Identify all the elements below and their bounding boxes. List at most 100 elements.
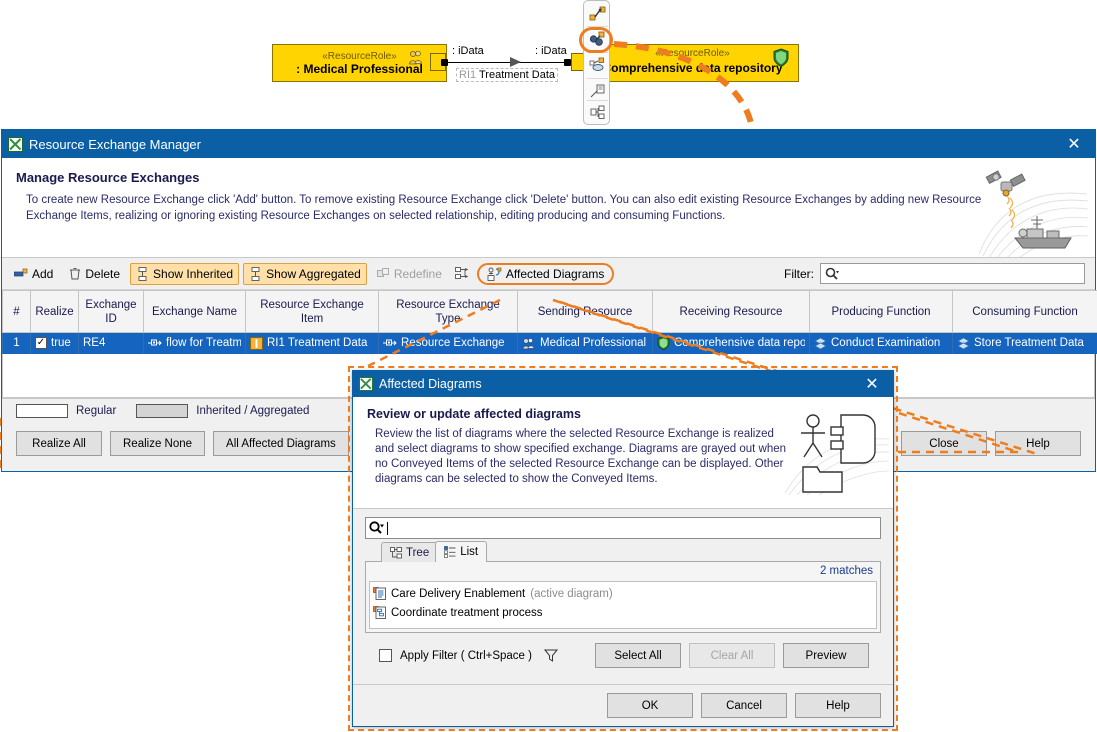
- table-header-row: # Realize Exchange ID Exchange Name Reso…: [2, 290, 1097, 333]
- app-icon: [8, 136, 23, 152]
- dialog-search-text[interactable]: [388, 521, 880, 535]
- connector-arrow-icon: [509, 56, 523, 68]
- add-icon: [14, 268, 28, 280]
- legend-swatch-inherited: [136, 404, 189, 418]
- realize-checkbox[interactable]: ✓: [35, 337, 47, 350]
- close-button[interactable]: Close: [901, 431, 987, 456]
- realize-all-button[interactable]: Realize All: [16, 431, 102, 456]
- show-inherited-button[interactable]: Show Inherited: [130, 262, 240, 285]
- cell-receiving-resource: Comprehensive data repo...: [652, 332, 810, 354]
- dialog-banner-text: Review the list of diagrams where the se…: [375, 428, 787, 485]
- show-inherited-icon: [136, 266, 149, 281]
- col-receiving-resource[interactable]: Receiving Resource: [652, 290, 810, 333]
- resource-exchanges-table: # Realize Exchange ID Exchange Name Reso…: [2, 290, 1097, 354]
- select-all-button[interactable]: Select All: [595, 643, 681, 668]
- left-interface-label: : iData: [452, 45, 484, 57]
- tab-tree[interactable]: Tree: [381, 542, 439, 562]
- show-aggregated-label: Show Aggregated: [266, 266, 361, 281]
- col-index[interactable]: #: [2, 290, 31, 333]
- main-window-title: Resource Exchange Manager: [29, 136, 201, 152]
- producing-function-value: Conduct Examination: [831, 337, 941, 350]
- list-item[interactable]: Coordinate treatment process: [373, 603, 873, 622]
- col-exchange-name[interactable]: Exchange Name: [143, 290, 246, 333]
- dialog-body: Tree List 2 matches Care Delivery Enable…: [353, 509, 893, 668]
- left-node-stereotype: «ResourceRole»: [322, 50, 397, 62]
- resource-exchange-icon: [383, 338, 397, 348]
- trash-icon: [69, 267, 81, 280]
- flow-name: Treatment Data: [478, 69, 555, 81]
- show-aggregated-icon: [249, 266, 262, 281]
- close-icon[interactable]: ✕: [857, 371, 887, 397]
- exchange-type-value: Resource Exchange: [401, 337, 505, 350]
- delete-button[interactable]: Delete: [63, 263, 126, 285]
- clear-all-button[interactable]: Clear All: [689, 643, 775, 668]
- exchange-item-value: RI1 Treatment Data: [267, 337, 368, 350]
- show-aggregated-button[interactable]: Show Aggregated: [243, 262, 367, 285]
- actor-and-package-illustration: [785, 414, 889, 495]
- filter-area: Filter:: [784, 263, 1089, 284]
- add-button[interactable]: Add: [8, 263, 59, 285]
- sending-resource-value: Medical Professional: [540, 337, 647, 350]
- col-sending-resource[interactable]: Sending Resource: [517, 290, 653, 333]
- view-mode-tabs: Tree List: [381, 541, 881, 562]
- realize-none-button[interactable]: Realize None: [110, 431, 206, 456]
- cell-exchange-id: RE4: [78, 332, 144, 354]
- search-icon: [369, 521, 385, 535]
- col-exchange-id[interactable]: Exchange ID: [78, 290, 144, 333]
- add-label: Add: [32, 266, 54, 281]
- delete-label: Delete: [85, 266, 121, 281]
- tab-list[interactable]: List: [435, 541, 488, 562]
- redefine-icon: [376, 267, 390, 280]
- apply-filter-checkbox[interactable]: [379, 649, 392, 662]
- cell-index: 1: [2, 332, 31, 354]
- filter-input[interactable]: [820, 263, 1085, 284]
- list-item-name: Care Delivery Enablement: [391, 587, 526, 600]
- ok-button[interactable]: OK: [607, 693, 693, 718]
- matches-count: 2 matches: [819, 565, 873, 577]
- performer-icon: [522, 337, 536, 350]
- toolbar-create-relation-icon[interactable]: [585, 1, 610, 25]
- table-row[interactable]: 1 ✓ true RE4 flow for Treatm RI1 Treatme…: [2, 332, 1097, 354]
- list-item[interactable]: Care Delivery Enablement (active diagram…: [373, 584, 873, 603]
- shield-icon: [657, 336, 670, 351]
- redefine-button[interactable]: Redefine: [371, 263, 448, 285]
- funnel-icon[interactable]: [543, 649, 558, 662]
- dialog-title: Affected Diagrams: [379, 377, 482, 391]
- tab-list-label: List: [460, 546, 479, 558]
- main-banner-text: To create new Resource Exchange click 'A…: [26, 194, 982, 222]
- main-window-titlebar: Resource Exchange Manager ✕: [2, 130, 1095, 158]
- col-consuming-function[interactable]: Consuming Function: [952, 290, 1097, 333]
- close-icon[interactable]: ✕: [1059, 131, 1089, 157]
- help-button[interactable]: Help: [795, 693, 881, 718]
- help-button[interactable]: Help: [995, 431, 1081, 456]
- redefine-label: Redefine: [393, 266, 442, 281]
- col-exchange-type[interactable]: Resource Exchange Type: [378, 290, 518, 333]
- cell-exchange-item: RI1 Treatment Data: [245, 332, 379, 354]
- col-producing-function[interactable]: Producing Function: [809, 290, 953, 333]
- cell-realize[interactable]: ✓ true: [30, 332, 79, 354]
- realize-value: true: [51, 337, 71, 350]
- left-node-name: : Medical Professional: [296, 61, 423, 76]
- affected-diagrams-dialog: Affected Diagrams ✕ Review or update aff…: [352, 370, 894, 727]
- function-icon: [957, 337, 970, 350]
- diagram-list[interactable]: Care Delivery Enablement (active diagram…: [369, 581, 877, 629]
- all-affected-diagrams-icon-button[interactable]: [452, 263, 473, 284]
- legend-label-regular: Regular: [76, 405, 117, 417]
- tab-tree-label: Tree: [406, 546, 430, 559]
- tree-icon: [390, 546, 402, 559]
- receiving-resource-value: Comprehensive data repo...: [674, 337, 805, 350]
- filter-text[interactable]: [840, 266, 1084, 281]
- all-affected-diagrams-button[interactable]: All Affected Diagrams: [213, 431, 349, 456]
- cancel-button[interactable]: Cancel: [701, 693, 787, 718]
- col-exchange-item[interactable]: Resource Exchange Item: [245, 290, 379, 333]
- cell-consuming-function: Store Treatment Data: [952, 332, 1097, 354]
- dialog-search-input[interactable]: [365, 517, 881, 539]
- main-banner: Manage Resource Exchanges To create new …: [2, 158, 1095, 258]
- list-item-name: Coordinate treatment process: [391, 606, 543, 619]
- diagram-icon: [373, 587, 386, 600]
- affected-diagrams-button[interactable]: Affected Diagrams: [476, 262, 615, 285]
- col-realize[interactable]: Realize: [30, 290, 79, 333]
- list-item-suffix: (active diagram): [530, 587, 613, 600]
- information-item-icon: [250, 336, 263, 350]
- preview-button[interactable]: Preview: [783, 643, 869, 668]
